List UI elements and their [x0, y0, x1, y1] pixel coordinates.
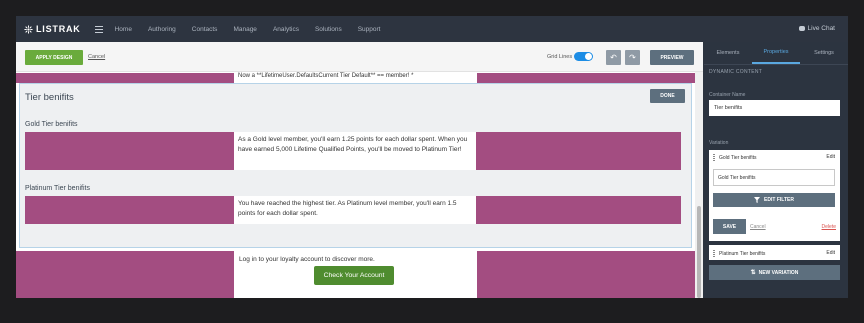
nav-contacts[interactable]: Contacts — [192, 26, 218, 33]
tier-benefits-panel[interactable]: Tier benifits DONE Gold Tier benifits As… — [19, 83, 692, 248]
platinum-tier-text[interactable]: You have reached the highest tier. As Pl… — [234, 196, 476, 224]
login-text: Log in to your loyalty account to discov… — [239, 256, 375, 263]
nav-solutions[interactable]: Solutions — [315, 26, 342, 33]
top-nav: LISTRAK Home Authoring Contacts Manage A… — [16, 16, 848, 42]
new-variation-button[interactable]: ⇅ NEW VARIATION — [709, 265, 840, 280]
editor-scrollbar[interactable] — [695, 72, 703, 298]
tab-settings[interactable]: Settings — [800, 42, 848, 64]
nav-manage[interactable]: Manage — [233, 26, 257, 33]
properties-sidebar: Elements Properties Settings DYNAMIC CON… — [704, 42, 848, 298]
top-content-cell[interactable]: Now a **LifetimeUser.DefaultsCurrent Tie… — [234, 73, 477, 83]
new-variation-icon: ⇅ — [750, 270, 756, 276]
nav-support[interactable]: Support — [358, 26, 381, 33]
variation-delete-link[interactable]: Delete — [822, 224, 836, 230]
save-button[interactable]: SAVE — [713, 219, 746, 234]
editor-area: APPLY DESIGN Cancel Grid Lines ↶ ↷ PREVI… — [16, 42, 703, 298]
nav-links: Home Authoring Contacts Manage Analytics… — [115, 26, 397, 33]
variation-item-platinum[interactable]: Platinum Tier benifits Edit — [709, 245, 840, 260]
email-canvas: Now a **LifetimeUser.DefaultsCurrent Tie… — [16, 73, 703, 298]
container-name-input[interactable]: Tier benifits — [709, 100, 840, 116]
variation-edit-link[interactable]: Edit — [826, 154, 835, 160]
variation-edit-link[interactable]: Edit — [826, 250, 835, 256]
variation-name: Platinum Tier benifits — [719, 250, 766, 257]
variation-cancel-link[interactable]: Cancel — [750, 224, 766, 230]
sidebar-tabs: Elements Properties Settings — [704, 42, 848, 65]
magenta-column-right-bottom — [477, 251, 695, 298]
cancel-link[interactable]: Cancel — [88, 54, 105, 60]
chat-bubble-icon — [798, 26, 805, 31]
scrollbar-thumb[interactable] — [697, 206, 701, 298]
apply-design-button[interactable]: APPLY DESIGN — [25, 50, 83, 65]
app-window: LISTRAK Home Authoring Contacts Manage A… — [16, 16, 848, 298]
done-button[interactable]: DONE — [650, 89, 685, 103]
nav-home[interactable]: Home — [115, 26, 132, 33]
magenta-column-right — [477, 73, 695, 83]
new-variation-label: NEW VARIATION — [758, 269, 799, 276]
grid-lines-label: Grid Lines — [547, 54, 573, 60]
grid-lines-toggle[interactable] — [574, 52, 593, 61]
top-cut-text: Now a **LifetimeUser.DefaultsCurrent Tie… — [238, 73, 414, 79]
magenta-column-left-bottom — [16, 251, 234, 298]
edit-filter-label: EDIT FILTER — [764, 197, 794, 203]
tab-elements[interactable]: Elements — [704, 42, 752, 64]
gold-row-right — [476, 132, 681, 170]
gold-tier-text[interactable]: As a Gold level member, you'll earn 1.25… — [234, 132, 476, 170]
variation-item-gold[interactable]: Gold Tier benifits — [713, 154, 757, 161]
listrak-logo[interactable]: LISTRAK — [24, 24, 81, 34]
platinum-row-left — [25, 196, 234, 224]
variation-name: Gold Tier benifits — [719, 154, 757, 161]
listrak-logo-icon — [24, 24, 33, 34]
nav-analytics[interactable]: Analytics — [273, 26, 299, 33]
filter-icon — [754, 197, 761, 203]
undo-icon[interactable]: ↶ — [606, 50, 621, 65]
editor-toolbar: APPLY DESIGN Cancel Grid Lines ↶ ↷ PREVI… — [16, 42, 703, 72]
variation-editor: Gold Tier benifits Edit Gold Tier benifi… — [709, 150, 840, 241]
section-title: DYNAMIC CONTENT — [709, 69, 763, 75]
platinum-row-right — [476, 196, 681, 224]
gold-tier-label: Gold Tier benifits — [25, 121, 78, 128]
magenta-column-left — [16, 73, 234, 83]
variation-name-input[interactable]: Gold Tier benifits — [713, 169, 835, 186]
drag-handle-icon[interactable] — [713, 250, 715, 257]
menu-icon[interactable] — [94, 25, 103, 33]
check-account-button[interactable]: Check Your Account — [314, 266, 394, 285]
live-chat-label: Live Chat — [807, 25, 835, 32]
tab-properties[interactable]: Properties — [752, 42, 800, 64]
gold-row-left — [25, 132, 234, 170]
live-chat-button[interactable]: Live Chat — [798, 25, 835, 32]
platinum-tier-label: Platinum Tier benifits — [25, 185, 90, 192]
redo-icon[interactable]: ↷ — [625, 50, 640, 65]
container-name-label: Container Name — [709, 92, 746, 98]
edit-filter-button[interactable]: EDIT FILTER — [713, 193, 835, 207]
logo-text: LISTRAK — [36, 24, 81, 34]
panel-title: Tier benifits — [25, 92, 74, 103]
nav-authoring[interactable]: Authoring — [148, 26, 176, 33]
variation-item-platinum-head: Platinum Tier benifits — [713, 250, 765, 257]
drag-handle-icon[interactable] — [713, 154, 715, 161]
preview-button[interactable]: PREVIEW — [650, 50, 694, 65]
variation-label: Variation — [709, 140, 729, 146]
